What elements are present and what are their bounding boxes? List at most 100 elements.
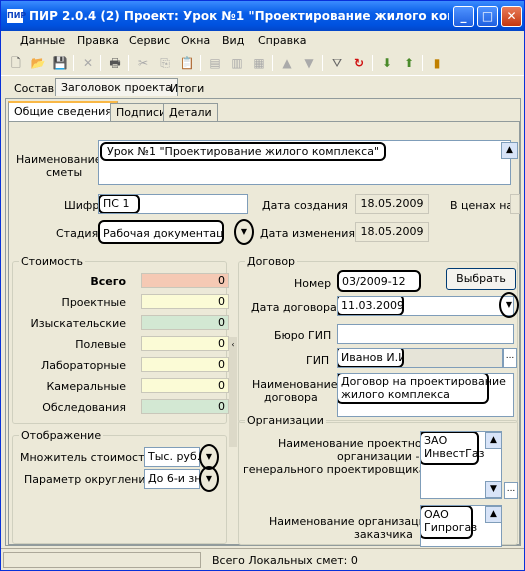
cost-office-label: Камеральные [46,380,127,393]
exit-icon[interactable]: ▮ [428,55,446,71]
menu-data[interactable]: Данные [20,34,65,47]
cost-design-label: Проектные [61,296,126,309]
contract-name-field[interactable]: Договор на проектирование жилого комплек… [337,373,514,417]
tab-general[interactable]: Общие сведения [8,101,118,122]
estimate-name-label-line2: сметы [46,166,83,179]
design-org-browse-button[interactable]: ... [504,482,518,499]
open-icon[interactable]: 📂 [29,55,47,71]
cost-survey-value: 0 [141,315,229,330]
save-icon[interactable]: 💾 [51,55,69,71]
estimate-name-field[interactable]: Урок №1 "Проектирование жилого комплекса… [98,140,511,185]
doc-icon[interactable]: ▦ [250,55,268,71]
cost-office-value: 0 [141,378,229,393]
contract-number-field[interactable]: 03/2009-12 [337,270,421,292]
stage-select[interactable]: Рабочая документация [98,220,224,244]
menu-help[interactable]: Справка [258,34,306,47]
menu-bar: Данные Правка Сервис Окна Вид Справка [1,31,524,51]
gip-browse-button[interactable]: ... [503,348,517,368]
toolbar-separator [73,55,74,71]
design-org-line1: ЗАО [424,434,448,447]
doc-paste-icon[interactable]: ▥ [228,55,246,71]
multiplier-select[interactable]: Тыс. руб. [144,447,200,467]
import-icon[interactable]: ⬇ [378,55,396,71]
cost-total-label: Всего [90,275,126,288]
code-field[interactable]: ПС 1 [98,194,248,214]
menu-view[interactable]: Вид [222,34,244,47]
toolbar: 🗋 📂 💾 ✕ 🖶 ✂ ⎘ 📋 ▤ ▥ ▦ ▲ ▼ ⛛ ↻ ⬇ ⬆ ▮ [1,51,524,76]
print-icon[interactable]: 🖶 [106,55,124,71]
cost-field-label: Полевые [75,338,126,351]
multiplier-label: Множитель стоимости [20,451,152,464]
refresh-icon[interactable]: ↻ [350,55,368,71]
estimate-name-label-line1: Наименование [16,153,102,166]
delete-icon[interactable]: ✕ [79,55,97,71]
sub-tabs: Общие сведения Подписи Детали [6,101,522,122]
export-icon[interactable]: ⬆ [400,55,418,71]
design-org-scroll-up-icon[interactable]: ▲ [485,432,502,449]
design-org-scroll-down-icon[interactable]: ▼ [485,481,502,498]
contract-group-title: Договор [245,255,298,268]
customer-org-label-line2: заказчика [354,528,413,541]
orgs-group: Организации Наименование проектной орган… [238,414,518,547]
bureau-field[interactable] [337,324,514,344]
rounding-select[interactable]: До 6-и зна [144,469,200,489]
tab-project-header[interactable]: Заголовок проекта [55,78,178,96]
contract-name-label-line1: Наименование [252,378,338,391]
menu-windows[interactable]: Окна [181,34,210,47]
minimize-button[interactable]: _ [453,6,474,27]
gip-field[interactable]: Иванов И.И. [337,348,503,368]
gip-value: Иванов И.И. [338,349,404,367]
cost-lab-label: Лабораторные [40,359,126,372]
cost-group: Стоимость Всего 0 Проектные 0 Изыскатель… [12,255,229,424]
toolbar-separator [322,55,323,71]
tab-totals[interactable]: Итоги [165,80,209,98]
contract-date-value: 11.03.2009 [338,297,404,315]
contract-name-line1: Договор на проектирование [341,375,506,388]
app-icon: ПИР [7,9,26,23]
orgs-group-title: Организации [245,414,326,427]
tab-composition[interactable]: Состав [9,80,59,98]
contract-date-field[interactable]: 11.03.2009 [337,296,514,316]
menu-edit[interactable]: Правка [77,34,119,47]
toolbar-separator [422,55,423,71]
copy-icon[interactable]: ⎘ [156,55,174,71]
display-group-title: Отображение [19,429,104,442]
scroll-up-icon[interactable]: ▲ [501,142,518,159]
prices-field[interactable] [510,194,520,214]
main-window: ПИР ПИР 2.0.4 (2) Проект: Урок №1 "Проек… [0,0,525,571]
status-text: Всего Локальных смет: 0 [212,554,358,567]
display-group: Отображение Множитель стоимости Тыс. руб… [12,429,227,544]
splitter-arrow-icon[interactable]: ‹ [229,337,237,447]
doc-copy-icon[interactable]: ▤ [206,55,224,71]
new-icon[interactable]: 🗋 [7,55,25,71]
arrow-down-icon[interactable]: ▼ [300,55,318,71]
contract-date-label: Дата договора [251,301,337,314]
maximize-button[interactable]: □ [477,6,498,27]
tab-details[interactable]: Детали [163,103,218,121]
customer-org-line1: ОАО [424,508,449,521]
bureau-label: Бюро ГИП [274,329,332,342]
cost-inspection-label: Обследования [42,401,126,414]
contract-name-line2: жилого комплекса [341,388,450,401]
menu-service[interactable]: Сервис [129,34,170,47]
close-button[interactable]: ✕ [501,6,522,27]
toolbar-separator [100,55,101,71]
arrow-up-icon[interactable]: ▲ [278,55,296,71]
rounding-dropdown-arrow-icon[interactable]: ▼ [199,466,219,492]
contract-date-dropdown-arrow-icon[interactable]: ▼ [499,292,519,318]
filter-icon[interactable]: ⛛ [328,55,346,71]
select-contract-button[interactable]: Выбрать [446,268,516,290]
created-label: Дата создания [262,199,348,212]
customer-org-value: ОАО Гипрогаз [421,506,477,539]
customer-org-scroll-up-icon[interactable]: ▲ [485,506,502,523]
code-value: ПС 1 [99,195,140,213]
cut-icon[interactable]: ✂ [134,55,152,71]
title-bar[interactable]: ПИР ПИР 2.0.4 (2) Проект: Урок №1 "Проек… [1,1,524,31]
estimate-name-value: Урок №1 "Проектирование жилого комплекса… [100,142,387,161]
paste-icon[interactable]: 📋 [178,55,196,71]
window-title: ПИР 2.0.4 (2) Проект: Урок №1 "Проектиро… [29,9,449,23]
stage-dropdown-arrow-icon[interactable]: ▼ [234,219,254,245]
contract-name-label-line2: договора [264,391,318,404]
toolbar-separator [200,55,201,71]
general-panel: Наименование сметы Урок №1 "Проектирован… [8,121,520,547]
